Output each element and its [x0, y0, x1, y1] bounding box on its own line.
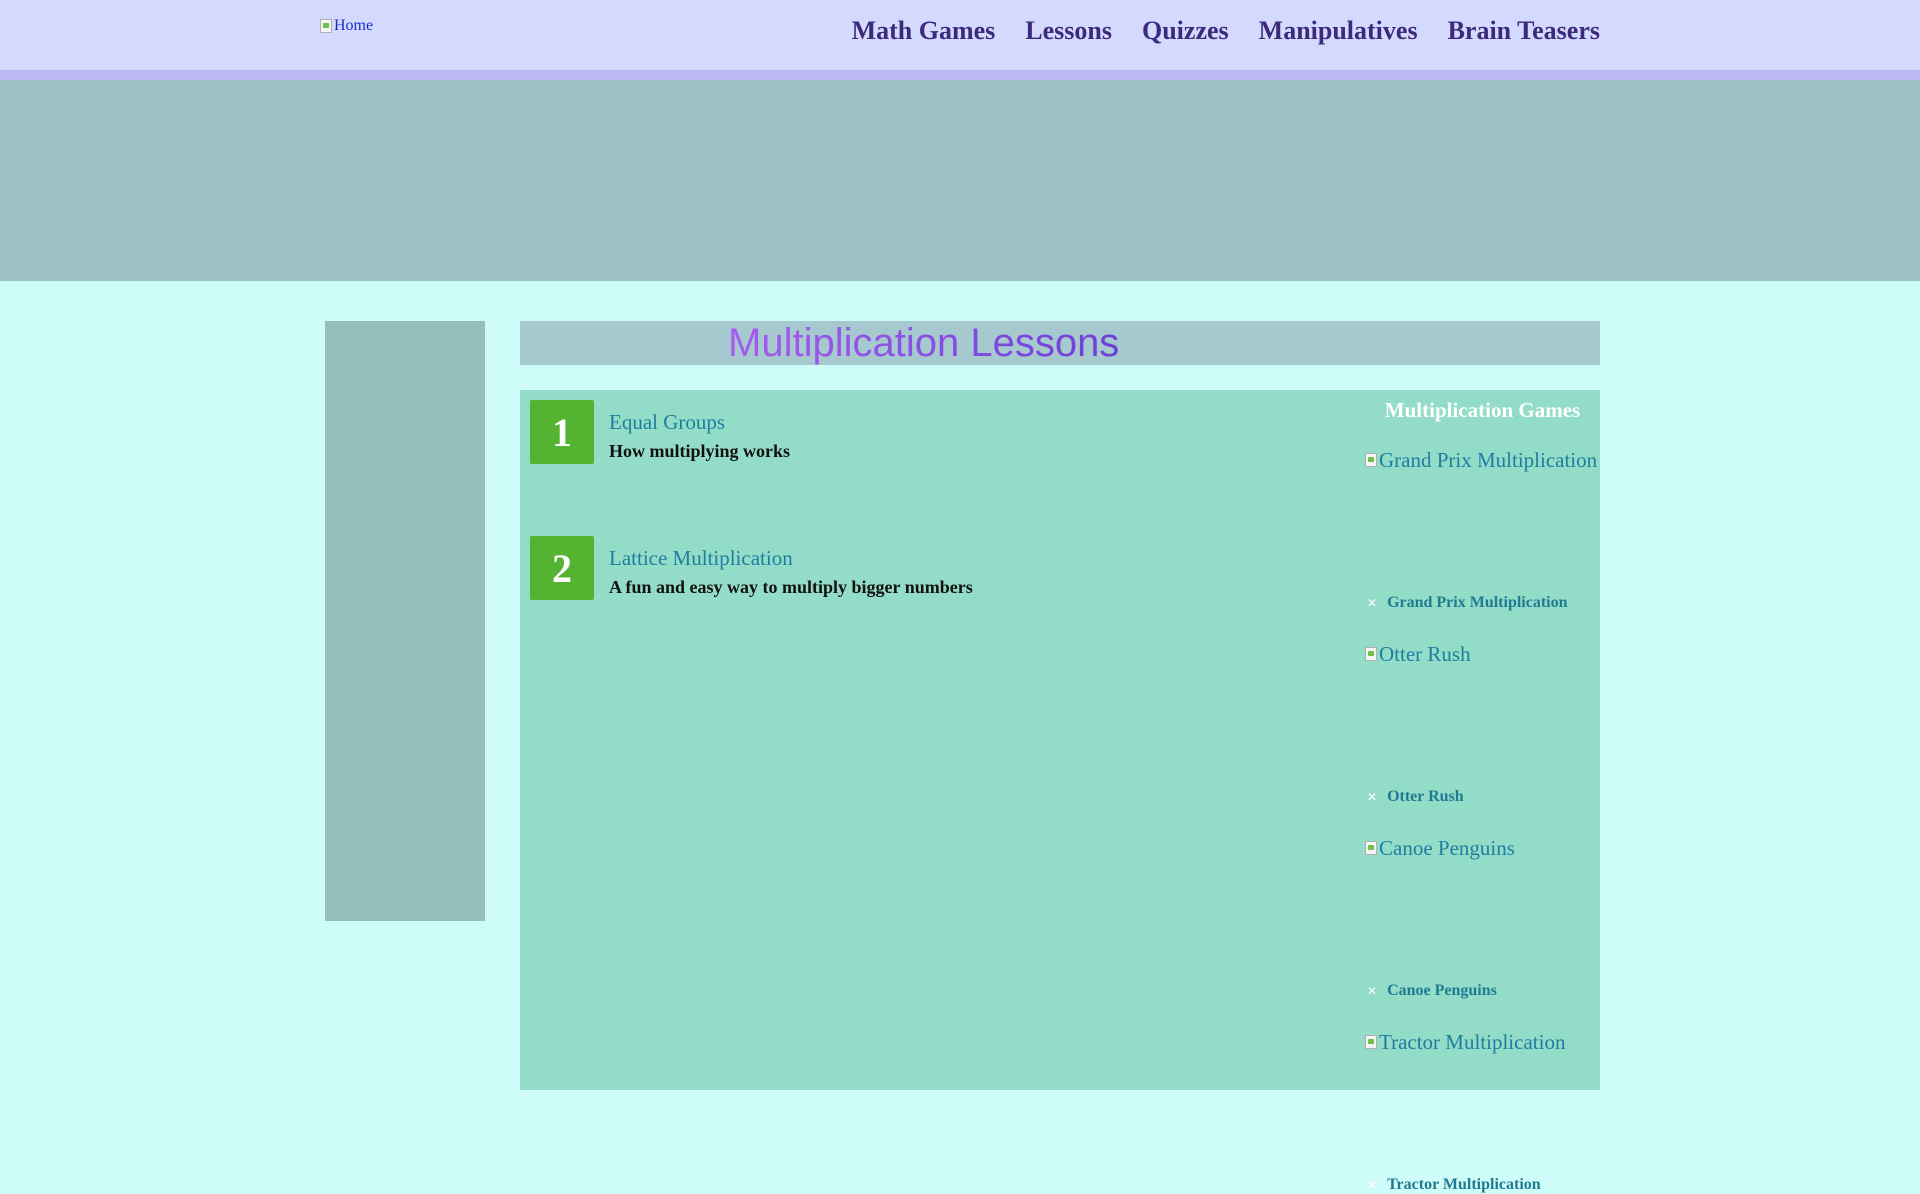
lesson-description: How multiplying works: [609, 441, 791, 461]
page-title-bar: Multiplication Lessons: [520, 321, 1600, 365]
broken-image-icon: [1365, 841, 1377, 855]
lesson-text: Lattice Multiplication A fun and easy wa…: [609, 536, 973, 598]
lesson-text: Equal Groups How multiplying works: [609, 400, 790, 462]
lesson-number-badge: 1: [530, 400, 594, 464]
page-title: Multiplication Lessons: [728, 321, 1120, 365]
games-heading: Multiplication Games: [1384, 398, 1581, 422]
broken-image-icon: [1365, 453, 1377, 467]
nav-math-games[interactable]: Math Games: [852, 16, 996, 46]
game-link[interactable]: ✕ Canoe Penguins: [1367, 982, 1497, 1000]
nav-quizzes[interactable]: Quizzes: [1142, 16, 1229, 46]
lesson-item: 1 Equal Groups How multiplying works: [530, 400, 790, 464]
home-logo-alt-text: Home: [334, 17, 374, 34]
games-sidebar: Multiplication Games Grand Prix Multipli…: [1365, 390, 1600, 1193]
game-thumbnail[interactable]: Canoe Penguins: [1365, 836, 1600, 860]
banner-ad-area: [0, 80, 1920, 281]
game-thumbnail-alt: Grand Prix Multiplication: [1379, 447, 1598, 472]
close-icon: ✕: [1367, 790, 1378, 804]
game-label: Otter Rush: [1387, 788, 1464, 805]
game-item: Tractor Multiplication ✕ Tractor Multipl…: [1365, 1030, 1600, 1193]
top-navigation-bar: Home Math Games Lessons Quizzes Manipula…: [0, 0, 1920, 70]
game-thumbnail[interactable]: Otter Rush: [1365, 642, 1600, 666]
close-icon: ✕: [1367, 1178, 1378, 1192]
lesson-title-link[interactable]: Lattice Multiplication: [609, 546, 973, 571]
close-icon: ✕: [1367, 596, 1378, 610]
header-divider: [0, 70, 1920, 80]
game-link[interactable]: ✕ Otter Rush: [1367, 788, 1464, 806]
broken-image-icon: [1365, 1035, 1377, 1049]
nav-manipulatives[interactable]: Manipulatives: [1259, 16, 1418, 46]
nav-lessons[interactable]: Lessons: [1025, 16, 1112, 46]
game-link[interactable]: ✕ Tractor Multiplication: [1367, 1176, 1541, 1194]
lesson-number-badge: 2: [530, 536, 594, 600]
game-thumbnail-alt: Tractor Multiplication: [1379, 1029, 1566, 1054]
game-label: Grand Prix Multiplication: [1387, 594, 1568, 611]
broken-image-icon: [320, 19, 332, 33]
game-item: Canoe Penguins ✕ Canoe Penguins: [1365, 836, 1600, 999]
nav-brain-teasers[interactable]: Brain Teasers: [1448, 16, 1600, 46]
game-thumbnail[interactable]: Tractor Multiplication: [1365, 1030, 1600, 1054]
home-logo-link[interactable]: Home: [320, 17, 373, 35]
game-thumbnail-alt: Canoe Penguins: [1379, 835, 1515, 860]
main-content: 1 Equal Groups How multiplying works 2 L…: [520, 390, 1600, 1193]
game-label: Canoe Penguins: [1387, 982, 1497, 999]
game-item: Otter Rush ✕ Otter Rush: [1365, 642, 1600, 805]
game-item: Grand Prix Multiplication ✕ Grand Prix M…: [1365, 448, 1600, 611]
lesson-item: 2 Lattice Multiplication A fun and easy …: [530, 536, 973, 600]
lesson-title-link[interactable]: Equal Groups: [609, 410, 790, 435]
game-thumbnail[interactable]: Grand Prix Multiplication: [1365, 448, 1600, 472]
broken-image-icon: [1365, 647, 1377, 661]
sidebar-ad-area: [325, 321, 485, 921]
game-link[interactable]: ✕ Grand Prix Multiplication: [1367, 594, 1568, 612]
close-icon: ✕: [1367, 984, 1378, 998]
game-label: Tractor Multiplication: [1387, 1176, 1541, 1193]
game-thumbnail-alt: Otter Rush: [1379, 641, 1471, 666]
main-nav: Math Games Lessons Quizzes Manipulatives…: [852, 16, 1600, 46]
lesson-description: A fun and easy way to multiply bigger nu…: [609, 577, 973, 597]
